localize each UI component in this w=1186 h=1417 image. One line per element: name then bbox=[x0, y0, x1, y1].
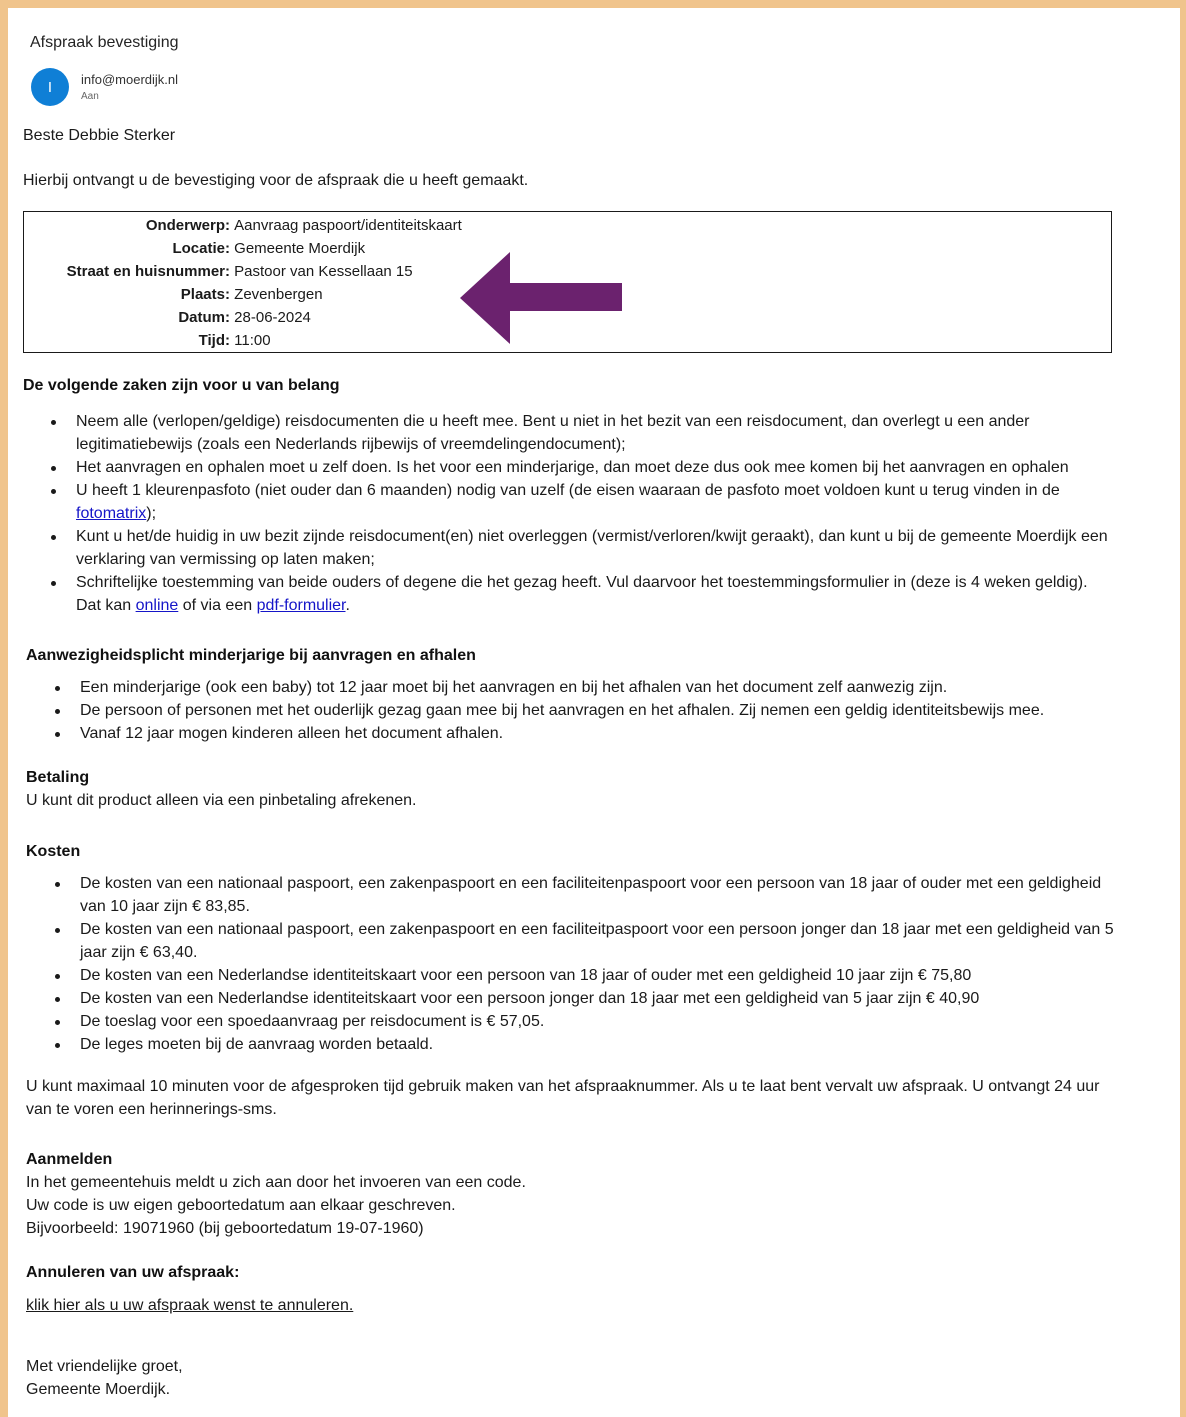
list-item: De kosten van een Nederlandse identiteit… bbox=[55, 987, 1114, 1010]
cancel-appointment-link[interactable]: klik hier als u uw afspraak wenst te ann… bbox=[26, 1294, 353, 1317]
appointment-label: Locatie: bbox=[172, 240, 230, 257]
cancel-heading: Annuleren van uw afspraak: bbox=[26, 1264, 240, 1281]
list-item-suffix: . bbox=[345, 597, 350, 614]
list-item: De persoon of personen met het ouderlijk… bbox=[55, 699, 1120, 722]
presence-heading: Aanwezigheidsplicht minderjarige bij aan… bbox=[26, 647, 476, 664]
signin-heading: Aanmelden bbox=[26, 1151, 113, 1168]
appointment-value: Gemeente Moerdijk bbox=[234, 240, 366, 257]
list-item: Kunt u het/de huidig in uw bezit zijnde … bbox=[51, 525, 1110, 571]
appointment-value: 11:00 bbox=[234, 332, 271, 349]
list-item: Schriftelijke toestemming van beide oude… bbox=[51, 571, 1110, 617]
appointment-row-date: Datum: 28-06-2024 bbox=[24, 309, 311, 327]
list-item: Vanaf 12 jaar mogen kinderen alleen het … bbox=[55, 722, 1120, 745]
costs-list: De kosten van een nationaal paspoort, ee… bbox=[55, 872, 1114, 1056]
list-item: Neem alle (verlopen/geldige) reisdocumen… bbox=[51, 410, 1110, 456]
online-link[interactable]: online bbox=[136, 597, 179, 614]
list-item-suffix: ); bbox=[146, 505, 157, 522]
fotomatrix-link[interactable]: fotomatrix bbox=[76, 505, 146, 522]
appointment-label: Datum: bbox=[178, 309, 230, 326]
list-item: De leges moeten bij de aanvraag worden b… bbox=[55, 1033, 1114, 1056]
email-subject: Afspraak bevestiging bbox=[30, 34, 179, 51]
appointment-row-location: Locatie: Gemeente Moerdijk bbox=[24, 240, 365, 258]
appointment-row-subject: Onderwerp: Aanvraag paspoort/identiteits… bbox=[24, 217, 462, 235]
list-item: Het aanvragen en ophalen moet u zelf doe… bbox=[51, 456, 1110, 479]
pdf-form-link[interactable]: pdf-formulier bbox=[257, 597, 346, 614]
appointment-row-time: Tijd: 11:00 bbox=[24, 332, 271, 350]
avatar-initial: I bbox=[47, 78, 53, 96]
signin-line: In het gemeentehuis meldt u zich aan doo… bbox=[26, 1174, 526, 1191]
notice-text: U kunt maximaal 10 minuten voor de afges… bbox=[26, 1078, 1100, 1118]
recipient-label: Aan bbox=[81, 91, 99, 102]
payment-heading: Betaling bbox=[26, 769, 90, 786]
appointment-label: Tijd: bbox=[198, 332, 230, 349]
important-heading: De volgende zaken zijn voor u van belang bbox=[23, 377, 340, 394]
appointment-label: Straat en huisnummer: bbox=[66, 263, 230, 280]
presence-list: Een minderjarige (ook een baby) tot 12 j… bbox=[55, 676, 1120, 745]
arrow-annotation-icon bbox=[460, 252, 622, 344]
list-item: De kosten van een Nederlandse identiteit… bbox=[55, 964, 1114, 987]
sender-address[interactable]: info@moerdijk.nl bbox=[81, 72, 178, 87]
closing-line: Met vriendelijke groet, bbox=[26, 1358, 183, 1375]
payment-text: U kunt dit product alleen via een pinbet… bbox=[26, 792, 417, 809]
appointment-value: Pastoor van Kessellaan 15 bbox=[234, 263, 413, 280]
appointment-value: 28-06-2024 bbox=[234, 309, 311, 326]
signin-line: Uw code is uw eigen geboortedatum aan el… bbox=[26, 1197, 456, 1214]
sender-avatar[interactable]: I bbox=[31, 68, 69, 106]
greeting: Beste Debbie Sterker bbox=[23, 127, 176, 144]
costs-heading: Kosten bbox=[26, 843, 81, 860]
appointment-row-city: Plaats: Zevenbergen bbox=[24, 286, 323, 304]
important-list: Neem alle (verlopen/geldige) reisdocumen… bbox=[51, 410, 1110, 617]
appointment-value: Aanvraag paspoort/identiteitskaart bbox=[234, 217, 462, 234]
list-item-mid: of via een bbox=[178, 597, 257, 614]
intro-text: Hierbij ontvangt u de bevestiging voor d… bbox=[23, 172, 529, 189]
appointment-label: Plaats: bbox=[180, 286, 230, 303]
list-item-text: U heeft 1 kleurenpasfoto (niet ouder dan… bbox=[76, 482, 1060, 499]
appointment-label: Onderwerp: bbox=[145, 217, 230, 234]
signin-line: Bijvoorbeeld: 19071960 (bij geboortedatu… bbox=[26, 1220, 424, 1237]
list-item: De toeslag voor een spoedaanvraag per re… bbox=[55, 1010, 1114, 1033]
list-item: De kosten van een nationaal paspoort, ee… bbox=[55, 918, 1114, 964]
list-item: De kosten van een nationaal paspoort, ee… bbox=[55, 872, 1114, 918]
appointment-row-street: Straat en huisnummer: Pastoor van Kessel… bbox=[24, 263, 413, 281]
list-item: U heeft 1 kleurenpasfoto (niet ouder dan… bbox=[51, 479, 1110, 525]
closing-signature: Gemeente Moerdijk. bbox=[26, 1381, 171, 1398]
list-item: Een minderjarige (ook een baby) tot 12 j… bbox=[55, 676, 1120, 699]
appointment-value: Zevenbergen bbox=[234, 286, 323, 303]
